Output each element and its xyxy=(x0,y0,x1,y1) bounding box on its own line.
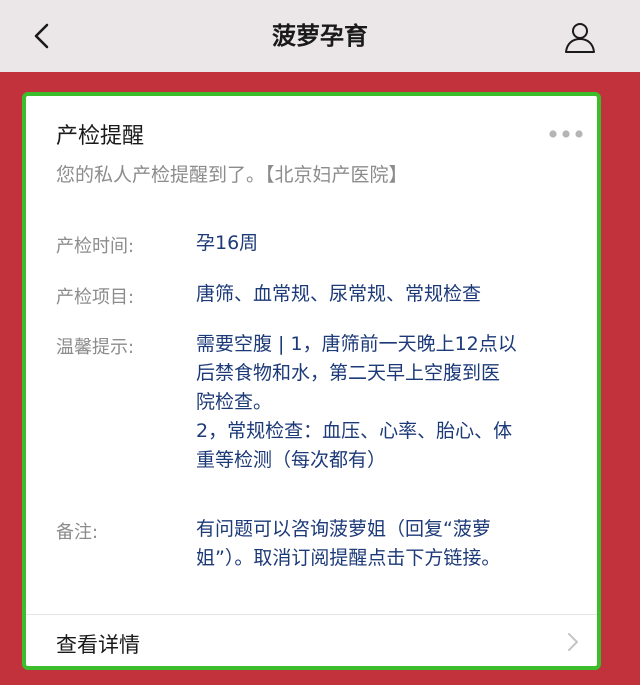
tips-line: 2，常规检查：血压、心率、胎心、体 xyxy=(196,420,513,442)
card-subtitle: 您的私人产检提醒到了。【北京妇产医院】 xyxy=(56,164,408,186)
chevron-left-icon[interactable] xyxy=(28,21,58,51)
user-icon[interactable] xyxy=(562,19,598,55)
exam-items-value: 唐筛、血常规、尿常规、常规检查 xyxy=(196,283,482,305)
card-title: 产检提醒 xyxy=(56,124,145,149)
tips-line: 重等检测（每次都有） xyxy=(196,449,387,471)
remark-line: 有问题可以咨询菠萝姐（回复“菠萝 xyxy=(196,518,491,540)
more-dots-icon[interactable] xyxy=(548,129,584,139)
remark-value: 有问题可以咨询菠萝姐（回复“菠萝 姐”）。取消订阅提醒点击下方链接。 xyxy=(196,515,581,573)
exam-time-value: 孕16周 xyxy=(196,232,259,254)
tips-label: 温馨提示: xyxy=(56,337,135,358)
page-title: 菠萝孕育 xyxy=(272,22,368,50)
exam-time-label: 产检时间: xyxy=(56,236,135,257)
tips-line: 院检查。 xyxy=(196,391,273,413)
view-details-link[interactable]: 查看详情 xyxy=(26,615,597,666)
exam-items-label: 产检项目: xyxy=(56,287,135,308)
remark-label: 备注: xyxy=(56,522,99,543)
remark-line: 姐”）。取消订阅提醒点击下方链接。 xyxy=(196,547,501,569)
chevron-right-icon xyxy=(568,633,578,651)
navigation-bar: 菠萝孕育 xyxy=(0,0,640,72)
tips-line: 需要空腹 | 1，唐筛前一天晚上12点以 xyxy=(196,333,517,355)
tips-line: 后禁食物和水，第二天早上空腹到医 xyxy=(196,362,501,384)
tips-value: 需要空腹 | 1，唐筛前一天晚上12点以 后禁食物和水，第二天早上空腹到医 院检… xyxy=(196,330,581,475)
view-details-label: 查看详情 xyxy=(56,633,140,657)
reminder-card: 产检提醒 您的私人产检提醒到了。【北京妇产医院】 产检时间: 孕16周 产检项目… xyxy=(22,92,601,670)
